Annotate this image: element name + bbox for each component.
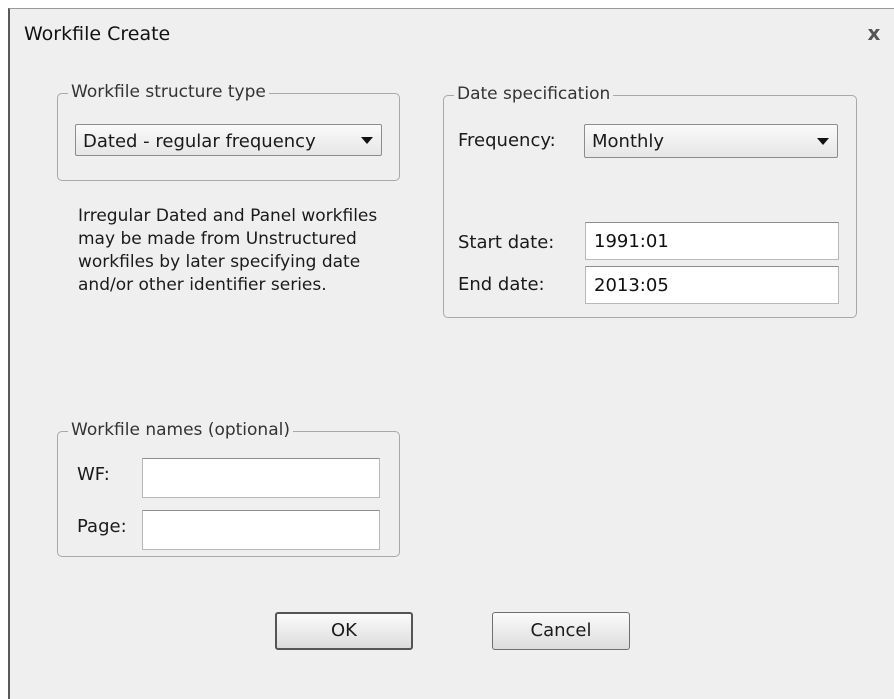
end-date-label: End date:: [458, 274, 545, 295]
page-name-field[interactable]: [142, 510, 380, 550]
wf-name-field[interactable]: [142, 458, 380, 498]
start-date-label: Start date:: [458, 232, 555, 253]
title-bar[interactable]: Workfile Create x: [10, 9, 894, 61]
date-specification-legend: Date specification: [454, 84, 614, 104]
structure-type-dropdown[interactable]: Dated - regular frequency: [75, 124, 382, 156]
dialog-title: Workfile Create: [24, 23, 171, 45]
workfile-names-group: Workfile names (optional) WF: Page:: [57, 420, 400, 557]
workfile-names-legend: Workfile names (optional): [68, 420, 293, 440]
info-text: Irregular Dated and Panel workfiles may …: [78, 206, 378, 295]
frequency-label: Frequency:: [458, 130, 556, 151]
ok-button[interactable]: OK: [275, 612, 413, 650]
end-date-field[interactable]: [585, 266, 839, 304]
structure-type-legend: Workfile structure type: [68, 82, 269, 102]
start-date-field[interactable]: [585, 222, 839, 260]
structure-type-value: Dated - regular frequency: [83, 131, 316, 152]
close-icon[interactable]: x: [862, 21, 886, 45]
wf-label: WF:: [77, 464, 110, 485]
page-label: Page:: [77, 516, 127, 537]
workfile-create-dialog: Workfile Create x Workfile structure typ…: [8, 8, 894, 699]
chevron-down-icon: [361, 137, 373, 144]
chevron-down-icon: [817, 138, 829, 145]
date-specification-group: Date specification Frequency: Monthly St…: [443, 84, 857, 318]
structure-type-group: Workfile structure type Dated - regular …: [57, 82, 400, 181]
cancel-button[interactable]: Cancel: [492, 612, 630, 650]
frequency-value: Monthly: [592, 131, 665, 152]
frequency-dropdown[interactable]: Monthly: [584, 124, 838, 158]
